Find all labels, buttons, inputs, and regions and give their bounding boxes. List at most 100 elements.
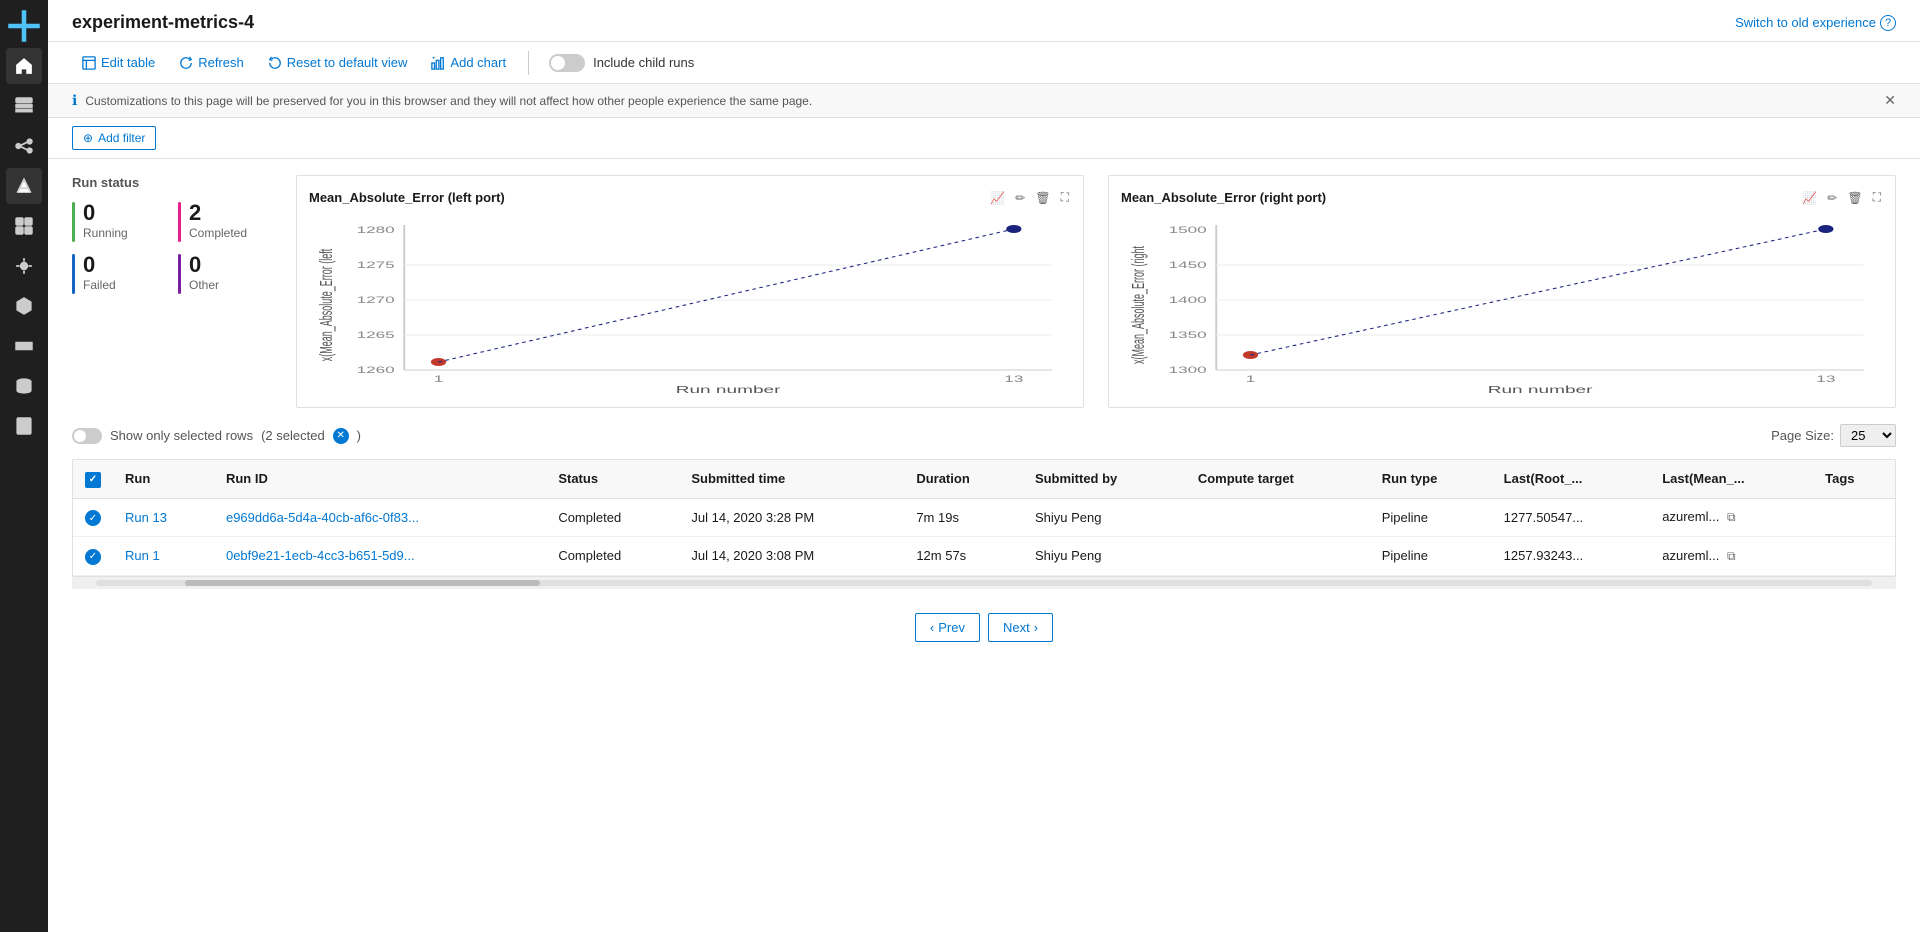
- close-paren: ): [357, 428, 361, 443]
- reset-button[interactable]: Reset to default view: [258, 50, 418, 75]
- info-bar: ℹ Customizations to this page will be pr…: [48, 84, 1920, 118]
- row2-copy-icon[interactable]: ⧉: [1727, 549, 1736, 564]
- row1-submitted-time: Jul 14, 2020 3:28 PM: [679, 498, 904, 537]
- page-size-select[interactable]: 25 10 50 100: [1840, 424, 1896, 447]
- info-bar-close-button[interactable]: ✕: [1884, 92, 1896, 109]
- show-selected-row: Show only selected rows (2 selected ✕ ) …: [72, 424, 1896, 447]
- chart-line-btn-left[interactable]: 📈: [988, 188, 1007, 207]
- sidebar-item-active[interactable]: [6, 168, 42, 204]
- chart-header-right: Mean_Absolute_Error (right port) 📈 ✏ 🗑 ⛶: [1121, 188, 1883, 207]
- chart-title-right: Mean_Absolute_Error (right port): [1121, 190, 1326, 205]
- switch-to-old-link[interactable]: Switch to old experience ?: [1735, 15, 1896, 31]
- svg-text:1: 1: [434, 374, 444, 384]
- table-scrollbar[interactable]: [72, 577, 1896, 589]
- run-status-title: Run status: [72, 175, 272, 190]
- col-run-id: Run ID: [214, 460, 546, 498]
- failed-color-bar: [72, 254, 75, 294]
- status-item-failed: 0 Failed: [72, 254, 166, 294]
- prev-button[interactable]: ‹ Prev: [915, 613, 980, 642]
- row2-last-mean: azureml... ⧉: [1650, 537, 1813, 576]
- chart-expand-btn-left[interactable]: ⛶: [1059, 188, 1071, 207]
- row1-last-mean: azureml... ⧉: [1650, 498, 1813, 537]
- sidebar: [0, 0, 48, 932]
- row2-submitted-time: Jul 14, 2020 3:08 PM: [679, 537, 904, 576]
- svg-text:1280: 1280: [357, 225, 396, 235]
- row2-checkbox-cell[interactable]: ✓: [73, 537, 113, 576]
- sidebar-item-compute[interactable]: [6, 328, 42, 364]
- col-status: Status: [546, 460, 679, 498]
- sidebar-item-experiments[interactable]: [6, 88, 42, 124]
- refresh-button[interactable]: Refresh: [169, 50, 254, 75]
- add-chart-button[interactable]: Add chart: [421, 50, 516, 75]
- next-button[interactable]: Next ›: [988, 613, 1053, 642]
- content-area: Run status 0 Running: [48, 159, 1920, 932]
- row2-run-link[interactable]: Run 1: [125, 548, 160, 563]
- add-chart-icon: [431, 56, 445, 70]
- chart-edit-btn-left[interactable]: ✏: [1013, 188, 1027, 207]
- add-filter-button[interactable]: ⊕ Add filter: [72, 126, 156, 150]
- main-content: experiment-metrics-4 Switch to old exper…: [48, 0, 1920, 932]
- row2-tags: [1813, 537, 1895, 576]
- row1-checkbox[interactable]: ✓: [85, 510, 101, 526]
- show-selected-left: Show only selected rows (2 selected ✕ ): [72, 428, 361, 444]
- select-all-checkbox[interactable]: ✓: [85, 472, 101, 488]
- chart-delete-btn-right[interactable]: 🗑: [1845, 188, 1864, 207]
- running-count: 0: [83, 202, 128, 224]
- sidebar-item-cube[interactable]: [6, 288, 42, 324]
- row1-copy-icon[interactable]: ⧉: [1727, 510, 1736, 525]
- col-duration: Duration: [904, 460, 1023, 498]
- row1-last-root: 1277.50547...: [1492, 498, 1651, 537]
- row2-compute-target: [1186, 537, 1370, 576]
- toolbar-divider: [528, 51, 529, 75]
- sidebar-item-home[interactable]: [6, 48, 42, 84]
- svg-text:1300: 1300: [1169, 365, 1208, 375]
- sidebar-item-datastores[interactable]: [6, 368, 42, 404]
- include-child-runs-label: Include child runs: [593, 55, 694, 70]
- chart-svg-right: 1300 1350 1400 1450 1500 1 13 Run number…: [1121, 215, 1883, 395]
- show-selected-toggle-knob: [74, 430, 86, 442]
- row2-last-root: 1257.93243...: [1492, 537, 1651, 576]
- sidebar-item-models[interactable]: [6, 208, 42, 244]
- charts-container: Mean_Absolute_Error (left port) 📈 ✏ 🗑 ⛶: [296, 175, 1896, 408]
- row1-run-link[interactable]: Run 13: [125, 510, 167, 525]
- col-submitted-time: Submitted time: [679, 460, 904, 498]
- row2-duration: 12m 57s: [904, 537, 1023, 576]
- edit-table-button[interactable]: Edit table: [72, 50, 165, 75]
- completed-label: Completed: [189, 226, 247, 240]
- page-title: experiment-metrics-4: [72, 12, 254, 33]
- edit-table-icon: [82, 56, 96, 70]
- row2-checkbox[interactable]: ✓: [85, 549, 101, 565]
- toolbar: Edit table Refresh Reset to default view…: [48, 42, 1920, 84]
- chart-delete-btn-left[interactable]: 🗑: [1033, 188, 1052, 207]
- chart-expand-btn-right[interactable]: ⛶: [1871, 188, 1883, 207]
- svg-text:1260: 1260: [357, 365, 396, 375]
- show-selected-toggle[interactable]: [72, 428, 102, 444]
- selected-count: (2 selected: [261, 428, 325, 443]
- sidebar-item-pipelines[interactable]: [6, 128, 42, 164]
- other-count: 0: [189, 254, 219, 276]
- col-run: Run: [113, 460, 214, 498]
- clear-selection-button[interactable]: ✕: [333, 428, 349, 444]
- row1-checkbox-cell[interactable]: ✓: [73, 498, 113, 537]
- run-status-panel: Run status 0 Running: [72, 175, 272, 408]
- running-color-bar: [72, 202, 75, 242]
- chart-line-btn-right[interactable]: 📈: [1800, 188, 1819, 207]
- sidebar-add-button[interactable]: [6, 8, 42, 44]
- sidebar-item-endpoints[interactable]: [6, 248, 42, 284]
- row1-run-id: e969dd6a-5d4a-40cb-af6c-0f83...: [214, 498, 546, 537]
- pagination: ‹ Prev Next ›: [72, 597, 1896, 658]
- chart-edit-btn-right[interactable]: ✏: [1825, 188, 1839, 207]
- row2-run-id-link[interactable]: 0ebf9e21-1ecb-4cc3-b651-5d9...: [226, 548, 415, 563]
- row1-run-id-link[interactable]: e969dd6a-5d4a-40cb-af6c-0f83...: [226, 510, 419, 525]
- table-row: ✓ Run 1 0ebf9e21-1ecb-4cc3-b651-5d9... C…: [73, 537, 1895, 576]
- svg-text:1275: 1275: [357, 260, 396, 270]
- sidebar-item-notebooks[interactable]: [6, 408, 42, 444]
- scrollbar-track[interactable]: [96, 580, 1872, 586]
- scrollbar-thumb[interactable]: [185, 580, 540, 586]
- svg-text:x(Mean_Absolute_Error (left: x(Mean_Absolute_Error (left: [317, 249, 336, 362]
- svg-text:1265: 1265: [357, 330, 396, 340]
- status-item-other: 0 Other: [178, 254, 272, 294]
- include-child-runs-toggle[interactable]: [549, 54, 585, 72]
- chart-svg-left: 1260 1265 1270 1275 1280 1 13 Run number…: [309, 215, 1071, 395]
- select-all-header[interactable]: ✓: [73, 460, 113, 498]
